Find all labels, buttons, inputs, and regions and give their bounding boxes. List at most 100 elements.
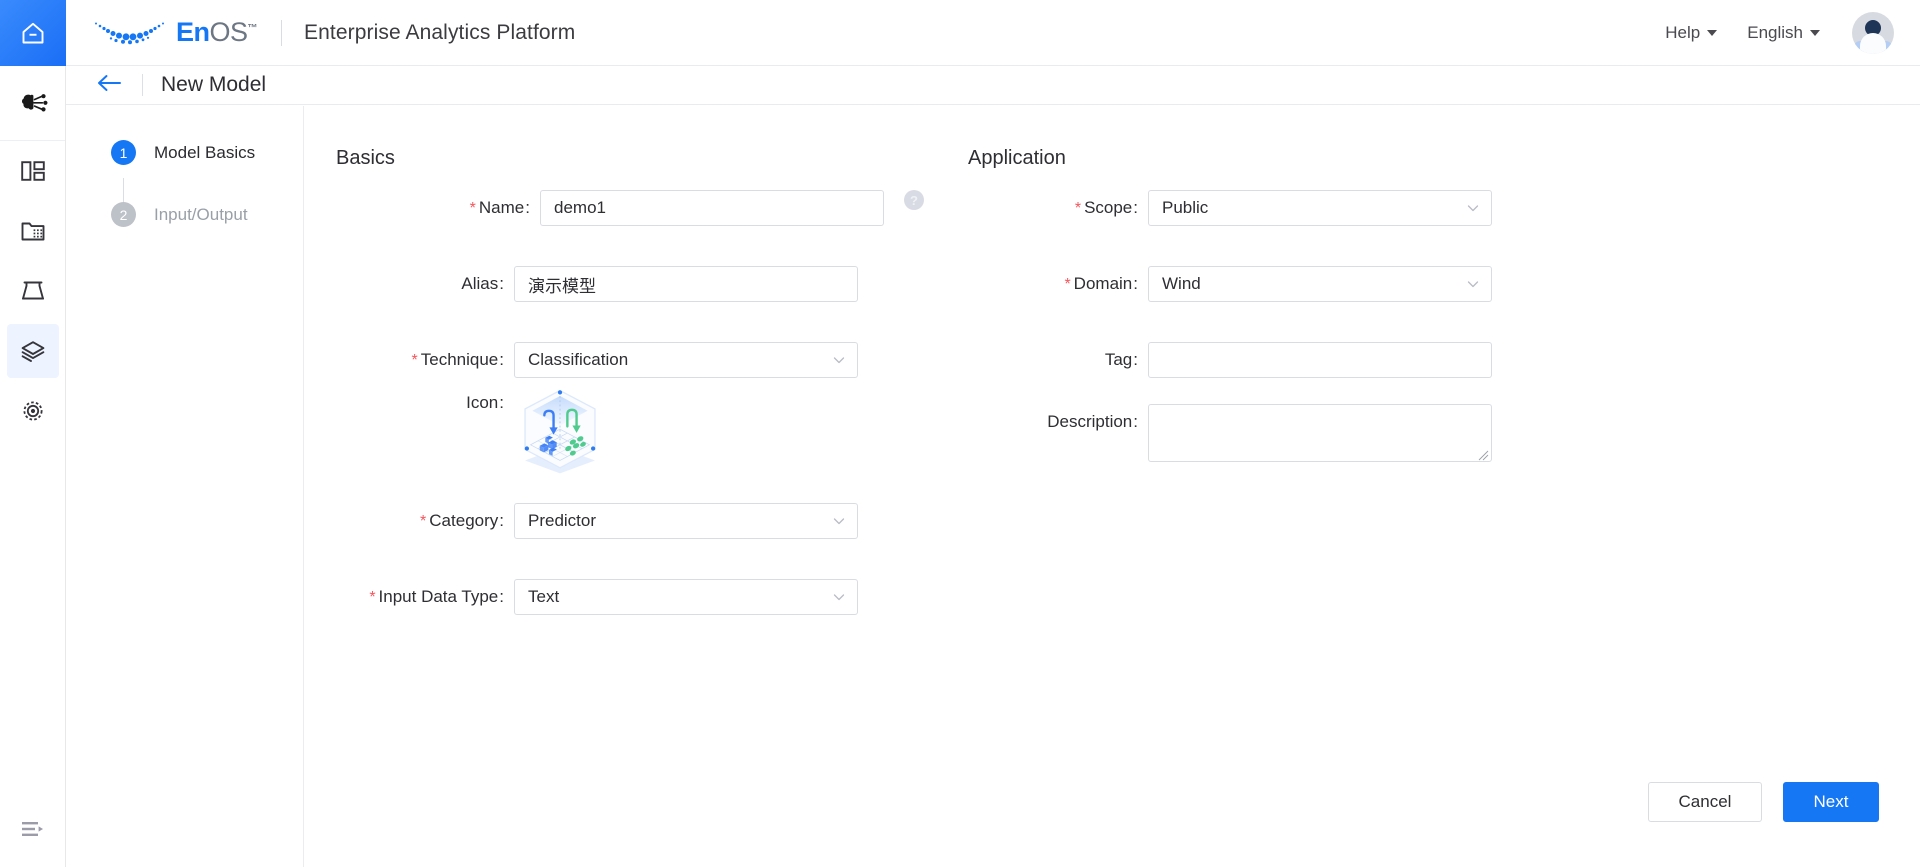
field-label-text: Input Data Type bbox=[378, 587, 499, 606]
input-data-type-select-value: Text bbox=[528, 587, 560, 606]
field-label-technique: * Technique: bbox=[411, 350, 504, 369]
field-row-alias: Alias: 演示模型 bbox=[304, 266, 858, 302]
field-label-domain: * Domain: bbox=[1064, 274, 1138, 293]
domain-select-value: Wind bbox=[1162, 274, 1201, 293]
help-menu[interactable]: Help bbox=[1665, 23, 1718, 43]
dashboard-icon bbox=[20, 159, 46, 183]
field-row-technique: * Technique: Classification bbox=[304, 342, 858, 378]
required-asterisk: * bbox=[369, 589, 376, 606]
page-title: New Model bbox=[161, 73, 267, 96]
arrow-left-icon bbox=[96, 73, 122, 98]
ai-model-icon bbox=[18, 89, 48, 117]
required-asterisk: * bbox=[1074, 200, 1082, 217]
header-divider bbox=[281, 19, 283, 46]
field-label-text: Tag bbox=[1104, 350, 1133, 369]
sidebar-item-model-serving[interactable] bbox=[0, 321, 66, 381]
page-header-bar: New Model bbox=[66, 66, 1920, 105]
enos-wordmark: EnOS™ bbox=[176, 17, 258, 47]
tag-input[interactable] bbox=[1148, 342, 1492, 378]
chevron-down-icon bbox=[1707, 29, 1718, 36]
required-asterisk: * bbox=[420, 513, 427, 530]
resize-grip-icon[interactable] bbox=[1478, 448, 1489, 461]
field-row-name: * Name: demo1 ? bbox=[304, 190, 924, 226]
required-asterisk: * bbox=[1064, 276, 1071, 293]
chevron-down-icon bbox=[1467, 278, 1479, 290]
back-button[interactable] bbox=[96, 73, 122, 98]
technique-select[interactable]: Classification bbox=[514, 342, 858, 378]
field-label-text: Name bbox=[478, 198, 525, 217]
wizard-step-model-basics[interactable]: 1 Model Basics bbox=[66, 140, 303, 165]
field-label-text: Domain bbox=[1073, 274, 1133, 293]
section-title-basics: Basics bbox=[336, 147, 395, 169]
language-menu[interactable]: English bbox=[1747, 23, 1820, 43]
header-actions: Help English bbox=[1665, 11, 1894, 54]
input-data-type-select[interactable]: Text bbox=[514, 579, 858, 615]
field-row-input-data-type: * Input Data Type: Text bbox=[304, 579, 858, 615]
field-row-icon: Icon: bbox=[304, 385, 858, 482]
chevron-down-icon bbox=[833, 515, 845, 527]
description-textarea[interactable] bbox=[1148, 404, 1492, 462]
settings-eye-icon bbox=[20, 398, 46, 424]
field-label-text: Description bbox=[1047, 412, 1133, 431]
chevron-down-icon bbox=[833, 591, 845, 603]
section-title-application: Application bbox=[968, 147, 1066, 169]
left-nav-rail bbox=[0, 0, 66, 867]
avatar[interactable] bbox=[1852, 11, 1894, 54]
step-number-badge: 1 bbox=[111, 140, 136, 165]
logo-trademark: ™ bbox=[247, 23, 258, 34]
field-label-category: * Category: bbox=[420, 511, 504, 530]
lab-flask-icon bbox=[20, 278, 46, 304]
scope-select[interactable]: Public bbox=[1148, 190, 1492, 226]
app-root: EnOS™ Enterprise Analytics Platform Help… bbox=[0, 0, 1920, 867]
category-select-value: Predictor bbox=[528, 511, 597, 530]
scope-select-value: Public bbox=[1162, 198, 1209, 217]
field-label-text: Category bbox=[429, 511, 499, 530]
sidebar-item-lab[interactable] bbox=[0, 261, 66, 321]
sidebar-collapse-toggle[interactable] bbox=[0, 820, 66, 843]
page-header-divider bbox=[142, 74, 143, 96]
form-footer-actions: Cancel Next bbox=[1648, 737, 1879, 867]
sidebar-item-data[interactable] bbox=[0, 201, 66, 261]
logo-text-os: OS bbox=[209, 17, 249, 47]
field-label-text: Technique bbox=[420, 350, 499, 369]
chevron-down-icon bbox=[1810, 29, 1820, 36]
sidebar-item-monitoring[interactable] bbox=[0, 381, 66, 441]
field-row-tag: Tag: bbox=[938, 342, 1492, 378]
alias-input-value: 演示模型 bbox=[528, 276, 596, 296]
name-input-value: demo1 bbox=[554, 198, 606, 217]
field-row-scope: * Scope: Public bbox=[938, 190, 1492, 226]
enos-dots-logo-icon bbox=[95, 22, 164, 44]
wizard-step-input-output[interactable]: 2 Input/Output bbox=[66, 202, 303, 227]
name-input[interactable]: demo1 bbox=[540, 190, 884, 226]
help-icon[interactable]: ? bbox=[904, 190, 924, 210]
sidebar-item-ai-model[interactable] bbox=[0, 66, 66, 140]
collapse-menu-icon bbox=[21, 820, 45, 843]
logo-text-en: En bbox=[176, 17, 210, 47]
field-row-category: * Category: Predictor bbox=[304, 503, 858, 539]
field-label-icon: Icon: bbox=[466, 393, 504, 412]
step-number-badge: 2 bbox=[111, 202, 136, 227]
domain-select[interactable]: Wind bbox=[1148, 266, 1492, 302]
field-label-tag: Tag: bbox=[1104, 350, 1138, 369]
field-label-text: Scope bbox=[1084, 198, 1133, 217]
field-label-name: * Name: bbox=[469, 198, 530, 217]
avatar-body bbox=[1860, 32, 1886, 54]
cancel-button[interactable]: Cancel bbox=[1648, 782, 1762, 822]
technique-select-value: Classification bbox=[528, 350, 629, 369]
description-textarea-value bbox=[1149, 405, 1491, 419]
field-label-description: Description: bbox=[1047, 412, 1138, 431]
model-serving-icon bbox=[19, 339, 47, 363]
brand-logo[interactable]: EnOS™ bbox=[92, 17, 258, 47]
field-label-text: Icon bbox=[466, 393, 499, 412]
sidebar-item-home[interactable] bbox=[0, 0, 66, 66]
required-asterisk: * bbox=[469, 200, 476, 217]
chevron-down-icon bbox=[1467, 202, 1479, 214]
sidebar-item-dashboard[interactable] bbox=[0, 141, 66, 201]
model-icon-hexagon-cube-icon[interactable] bbox=[514, 385, 606, 477]
app-title: Enterprise Analytics Platform bbox=[304, 20, 576, 44]
next-button[interactable]: Next bbox=[1783, 782, 1879, 822]
alias-input[interactable]: 演示模型 bbox=[514, 266, 858, 302]
step-label: Input/Output bbox=[154, 204, 248, 224]
field-label-scope: * Scope: bbox=[1074, 198, 1138, 217]
category-select[interactable]: Predictor bbox=[514, 503, 858, 539]
